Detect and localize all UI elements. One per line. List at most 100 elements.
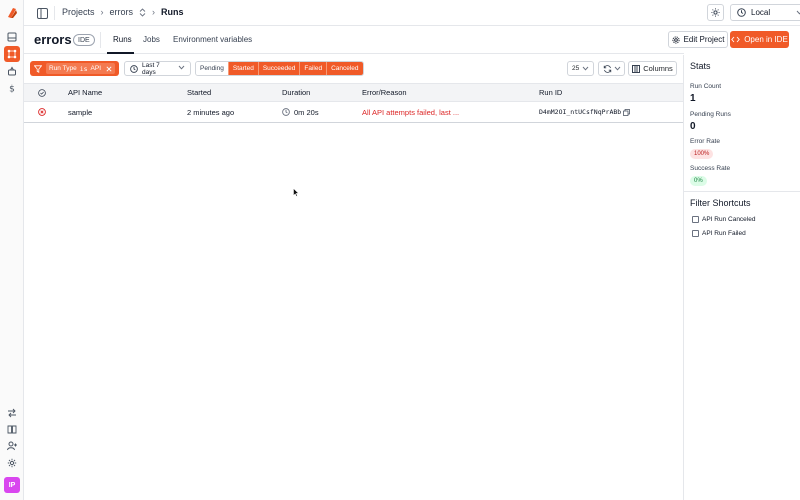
status-failed-toggle[interactable]: Failed: [299, 62, 327, 75]
open-in-ide-button[interactable]: Open in IDE: [730, 31, 789, 48]
success-rate-label: Success Rate: [690, 165, 731, 172]
robot-icon[interactable]: [4, 63, 20, 79]
run-count-value: 1: [690, 93, 696, 104]
chevron-down-icon: [796, 8, 800, 17]
checkbox[interactable]: [692, 216, 699, 223]
environment-select[interactable]: Local: [730, 4, 800, 21]
chevron-down-icon: [614, 66, 621, 71]
tab-environment-variables[interactable]: Environment variables: [173, 35, 252, 44]
clock-icon: [282, 108, 290, 116]
book-icon[interactable]: [4, 421, 20, 437]
status-filter-group: Pending Started Succeeded Failed Cancele…: [195, 61, 364, 76]
run-id-value: D4mM2OI_ntUCsfNqPrABb: [539, 108, 622, 116]
avatar[interactable]: IP: [4, 477, 20, 493]
column-header-run-id[interactable]: Run ID: [539, 84, 562, 101]
chevron-up-down-icon[interactable]: [139, 7, 146, 17]
breadcrumb-project[interactable]: errors: [110, 7, 134, 17]
dollar-icon[interactable]: $: [4, 80, 20, 96]
filter-value: API: [90, 65, 102, 72]
status-pending-toggle[interactable]: Pending: [196, 62, 228, 75]
clock-icon: [737, 8, 746, 17]
clock-icon: [130, 64, 138, 73]
runs-table: API Name Started Duration Error/Reason R…: [24, 83, 683, 123]
page-size-value: 25: [572, 65, 580, 72]
filter-operator: is: [79, 64, 88, 73]
user-plus-icon[interactable]: [4, 438, 20, 454]
chevron-right-icon: ›: [152, 7, 156, 17]
column-header-duration[interactable]: Duration: [282, 84, 310, 101]
chevron-down-icon: [582, 66, 589, 71]
edit-project-button[interactable]: Edit Project: [668, 31, 728, 48]
columns-icon: [632, 64, 641, 73]
table-row[interactable]: sample 2 minutes ago 0m 20s All API atte…: [24, 102, 683, 123]
tab-runs[interactable]: Runs: [113, 35, 132, 44]
logo-icon[interactable]: [5, 6, 19, 20]
pending-runs-label: Pending Runs: [690, 111, 731, 118]
run-count-label: Run Count: [690, 83, 722, 90]
shortcut-api-run-failed[interactable]: API Run Failed: [692, 230, 746, 237]
settings-icon[interactable]: [4, 455, 20, 471]
error-rate-label: Error Rate: [690, 138, 720, 145]
copy-icon[interactable]: [623, 108, 631, 116]
shortcut-api-run-canceled[interactable]: API Run Canceled: [692, 216, 755, 223]
api-name-cell: sample: [68, 107, 93, 117]
filter-bar: Run Type is API Last 7 days Pending Star…: [24, 55, 684, 82]
refresh-button[interactable]: [598, 61, 625, 76]
edit-project-label: Edit Project: [683, 35, 725, 44]
error-rate-badge: 100%: [690, 149, 714, 159]
chevron-down-icon: [178, 65, 185, 72]
ide-badge: IDE: [73, 34, 95, 46]
swap-icon[interactable]: [4, 405, 20, 421]
checkbox[interactable]: [692, 230, 699, 237]
column-header-started[interactable]: Started: [187, 84, 211, 101]
duration-value: 0m 20s: [294, 107, 319, 117]
status-started-toggle[interactable]: Started: [227, 62, 258, 75]
theme-toggle-button[interactable]: [707, 4, 724, 21]
date-range-select[interactable]: Last 7 days: [124, 61, 191, 76]
failed-status-icon: [38, 102, 46, 122]
stats-title: Stats: [690, 61, 711, 71]
success-rate-badge: 0%: [690, 176, 707, 186]
page-size-select[interactable]: 25: [567, 61, 594, 76]
top-bar: Projects › errors › Runs Local: [24, 0, 800, 26]
project-header: errors IDE Runs Jobs Environment variabl…: [24, 26, 789, 54]
status-column-icon: [38, 84, 46, 101]
shortcut-label: API Run Canceled: [702, 216, 756, 223]
refresh-icon: [603, 64, 612, 73]
stats-panel: Stats Run Count 1 Pending Runs 0 Error R…: [683, 55, 800, 500]
window-icon[interactable]: [4, 29, 20, 45]
tab-jobs[interactable]: Jobs: [143, 35, 160, 44]
breadcrumb-projects[interactable]: Projects: [62, 7, 95, 17]
duration-cell: 0m 20s: [282, 102, 319, 122]
status-succeeded-toggle[interactable]: Succeeded: [257, 62, 300, 75]
code-icon: [731, 36, 741, 43]
open-in-ide-label: Open in IDE: [744, 35, 788, 44]
divider: [100, 32, 101, 48]
breadcrumb-current: Runs: [161, 7, 184, 17]
active-tab-indicator: [107, 52, 134, 54]
column-header-error[interactable]: Error/Reason: [362, 84, 407, 101]
environment-value: Local: [751, 8, 771, 17]
pending-runs-value: 0: [690, 121, 696, 132]
run-type-filter-chip[interactable]: Run Type is API: [30, 61, 119, 76]
date-range-value: Last 7 days: [142, 61, 160, 76]
breadcrumb: Projects › errors › Runs: [62, 7, 184, 17]
gear-icon: [671, 35, 680, 44]
svg-text:$: $: [9, 85, 15, 94]
column-header-api-name[interactable]: API Name: [68, 84, 102, 101]
status-canceled-toggle[interactable]: Canceled: [326, 62, 363, 75]
columns-button[interactable]: Columns: [628, 61, 677, 76]
chevron-right-icon: ›: [100, 7, 104, 17]
mouse-cursor-icon: [293, 187, 300, 197]
sidebar-toggle-icon[interactable]: [36, 7, 48, 19]
runs-icon[interactable]: [4, 46, 20, 62]
table-header: API Name Started Duration Error/Reason R…: [24, 83, 683, 102]
error-cell: All API attempts failed, last ...: [362, 107, 460, 117]
divider: [684, 191, 800, 192]
run-id-cell: D4mM2OI_ntUCsfNqPrABb: [539, 102, 631, 122]
divider: [54, 6, 55, 20]
close-icon[interactable]: [106, 65, 112, 72]
filter-key: Run Type: [49, 65, 77, 72]
columns-label: Columns: [643, 64, 673, 73]
left-rail: $ IP: [0, 0, 24, 500]
